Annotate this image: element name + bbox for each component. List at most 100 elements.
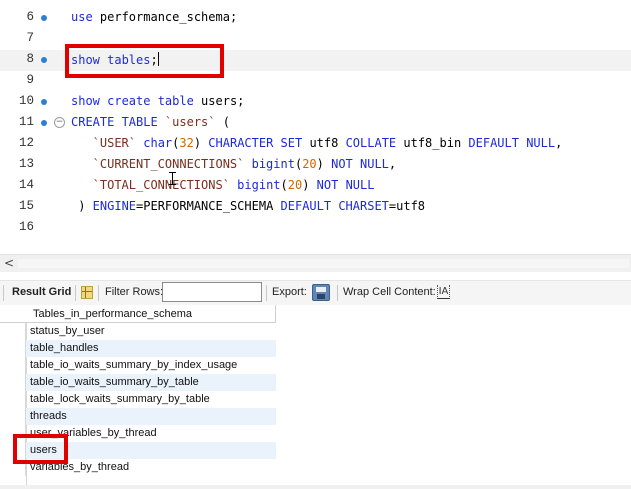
code-text: ) ENGINE=PERFORMANCE_SCHEMA DEFAULT CHAR… <box>78 199 425 213</box>
row-header[interactable] <box>0 340 26 357</box>
toolbar-separator <box>98 285 99 301</box>
scroll-left-arrow-icon[interactable]: < <box>4 256 14 270</box>
code-text: use performance_schema; <box>71 10 237 24</box>
code-token: 20 <box>287 178 303 192</box>
editor-horizontal-scrollbar[interactable]: < <box>0 254 631 272</box>
line-number: 9 <box>26 73 34 87</box>
code-text: `CURRENT_CONNECTIONS` bigint(20) NOT NUL… <box>93 157 396 171</box>
statement-marker-icon[interactable] <box>41 99 47 105</box>
line-number: 15 <box>18 199 34 213</box>
code-token: ) <box>78 199 93 213</box>
code-text: CREATE TABLE `users` ( <box>71 115 230 129</box>
statement-marker-icon[interactable] <box>41 120 47 126</box>
result-toolbar: Result Grid Filter Rows: Export: Wrap Ce… <box>0 280 631 306</box>
table-cell[interactable]: table_handles <box>26 340 276 357</box>
line-number: 10 <box>18 94 34 108</box>
row-header[interactable] <box>0 374 26 391</box>
table-row[interactable]: table_io_waits_summary_by_index_usage <box>0 357 277 374</box>
code-token: , <box>555 136 563 150</box>
editor-line[interactable]: 11 − CREATE TABLE `users` ( <box>0 113 631 134</box>
code-text: show create table users; <box>71 94 244 108</box>
grid-corner <box>0 305 26 323</box>
code-text: `TOTAL_CONNECTIONS` bigint(20) NOT NULL <box>93 178 375 192</box>
code-token: ENGINE <box>92 199 137 213</box>
result-grid-tab[interactable]: Result Grid <box>12 286 71 298</box>
code-token: ) <box>316 157 332 171</box>
code-token: char <box>143 136 173 150</box>
scrollbar-track[interactable] <box>18 259 629 268</box>
line-number: 16 <box>18 220 34 234</box>
line-number: 11 <box>18 115 34 129</box>
line-number: 7 <box>26 31 34 45</box>
mouse-cursor-bottom <box>169 184 176 185</box>
code-token: `CURRENT_CONNECTIONS` <box>92 157 245 171</box>
editor-line[interactable]: 10 show create table users; <box>0 92 631 113</box>
editor-line[interactable]: 6 use performance_schema; <box>0 8 631 29</box>
code-token: DEFAULT NULL <box>468 136 556 150</box>
editor-line[interactable]: 15 ) ENGINE=PERFORMANCE_SCHEMA DEFAULT CH… <box>0 197 631 218</box>
annotation-box-show-tables <box>65 44 224 78</box>
statement-marker-icon[interactable] <box>41 57 47 63</box>
table-row[interactable]: table_handles <box>0 340 277 357</box>
code-token: 32 <box>179 136 194 150</box>
code-token: bigint <box>251 157 295 171</box>
code-token: ( <box>215 115 230 129</box>
statement-marker-icon[interactable] <box>41 15 47 21</box>
table-row[interactable]: table_lock_waits_summary_by_table <box>0 391 277 408</box>
table-cell[interactable]: threads <box>26 408 276 425</box>
code-token: bigint <box>237 178 281 192</box>
code-token: , <box>388 157 397 171</box>
table-cell[interactable]: table_io_waits_summary_by_table <box>26 374 276 391</box>
row-header[interactable] <box>0 391 26 408</box>
code-token: CREATE TABLE <box>71 115 165 129</box>
filter-rows-input[interactable] <box>162 282 262 302</box>
table-row[interactable]: status_by_user <box>0 323 277 340</box>
fold-toggle-icon[interactable]: − <box>54 117 65 128</box>
export-icon[interactable] <box>312 284 330 301</box>
toolbar-separator <box>75 285 76 301</box>
sql-editor[interactable]: 6 use performance_schema; 7 8 show tables; 9 1… <box>0 0 631 254</box>
grid-horizontal-scrollbar[interactable] <box>0 485 631 489</box>
code-token: ) <box>193 136 209 150</box>
row-header[interactable] <box>0 408 26 425</box>
code-text: `USER` char(32) CHARACTER SET utf8 COLLA… <box>93 136 563 150</box>
code-token: show create table <box>71 94 202 108</box>
toolbar-separator <box>3 285 4 301</box>
result-grid[interactable]: Tables_in_performance_schema status_by_u… <box>0 305 631 489</box>
editor-line[interactable]: 16 <box>0 218 631 239</box>
wrap-cell-content-label: Wrap Cell Content: <box>343 286 436 298</box>
code-token: NOT NULL <box>331 157 389 171</box>
column-header[interactable]: Tables_in_performance_schema <box>26 305 276 323</box>
line-number: 6 <box>26 10 34 24</box>
table-cell[interactable]: table_lock_waits_summary_by_table <box>26 391 276 408</box>
code-token: =utf8 <box>388 199 426 213</box>
code-token: CHARACTER SET <box>208 136 310 150</box>
row-header[interactable] <box>0 323 26 340</box>
code-token: ( <box>280 178 288 192</box>
code-token: COLLATE <box>345 136 404 150</box>
annotation-box-users-row <box>13 434 68 464</box>
editor-line[interactable]: 14 `TOTAL_CONNECTIONS` bigint(20) NOT NUL… <box>0 176 631 197</box>
table-row[interactable]: threads <box>0 408 277 425</box>
code-token: `TOTAL_CONNECTIONS` <box>92 178 230 192</box>
line-number: 14 <box>18 178 34 192</box>
code-token: DEFAULT CHARSET <box>280 199 389 213</box>
code-token: ) <box>302 178 317 192</box>
code-token: 20 <box>302 157 317 171</box>
editor-line[interactable]: 13 `CURRENT_CONNECTIONS` bigint(20) NOT N… <box>0 155 631 176</box>
code-token: NOT NULL <box>316 178 375 192</box>
line-number: 13 <box>18 157 34 171</box>
row-header[interactable] <box>0 357 26 374</box>
result-grid-icon[interactable] <box>81 286 93 299</box>
editor-line[interactable]: 12 `USER` char(32) CHARACTER SET utf8 COL… <box>0 134 631 155</box>
code-token: use <box>71 10 100 24</box>
table-cell[interactable]: status_by_user <box>26 323 276 340</box>
code-token: performance_schema; <box>99 10 238 24</box>
table-cell[interactable]: table_io_waits_summary_by_index_usage <box>26 357 276 374</box>
toolbar-separator <box>266 285 267 301</box>
code-token: users; <box>201 94 245 108</box>
table-row[interactable]: table_io_waits_summary_by_table <box>0 374 277 391</box>
wrap-cell-content-icon[interactable]: IA <box>437 285 450 299</box>
code-token: utf8_bin <box>403 136 469 150</box>
